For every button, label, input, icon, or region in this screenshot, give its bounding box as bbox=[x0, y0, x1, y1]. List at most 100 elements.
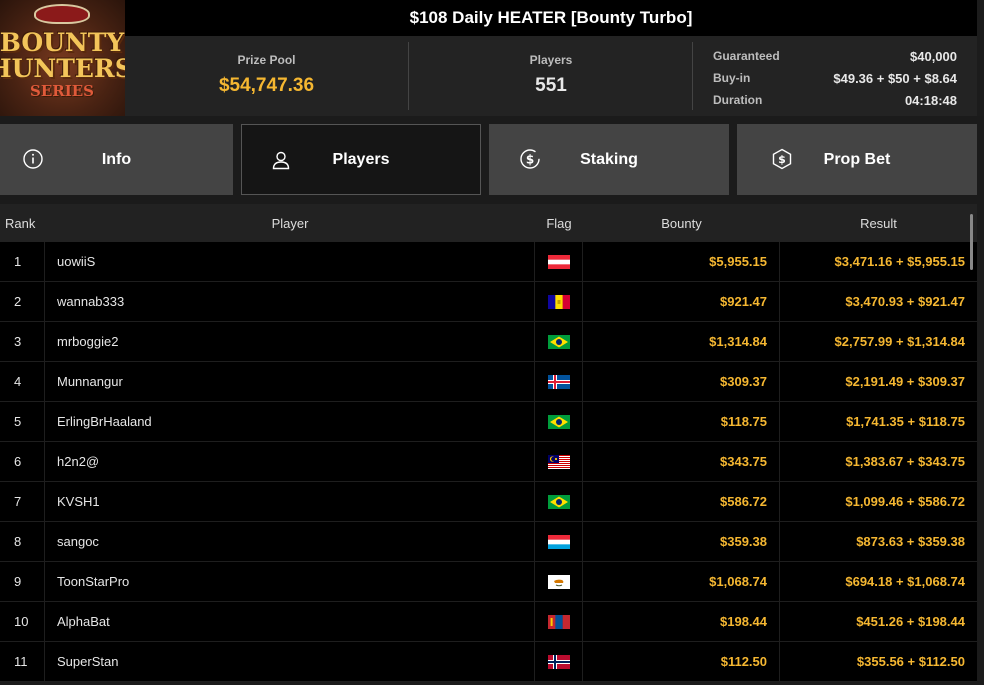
logo-line-3: SERIES bbox=[29, 82, 94, 100]
player-name-cell[interactable]: KVSH1 bbox=[45, 482, 535, 521]
player-name-cell[interactable]: mrboggie2 bbox=[45, 322, 535, 361]
player-name-cell[interactable]: h2n2@ bbox=[45, 442, 535, 481]
flag-cell bbox=[535, 362, 583, 401]
header-result[interactable]: Result bbox=[780, 204, 977, 242]
flag-cell bbox=[535, 642, 583, 681]
player-name-cell[interactable]: sangoc bbox=[45, 522, 535, 561]
players-stat: Players 551 bbox=[409, 36, 693, 116]
bounty-cell: $359.38 bbox=[583, 522, 780, 561]
player-name-cell[interactable]: AlphaBat bbox=[45, 602, 535, 641]
detail-duration: Duration 04:18:48 bbox=[713, 89, 957, 111]
detail-value: $49.36 + $50 + $8.64 bbox=[833, 70, 957, 86]
flag-cell bbox=[535, 242, 583, 281]
header-player[interactable]: Player bbox=[45, 204, 535, 242]
brazil-flag-icon bbox=[547, 494, 570, 509]
table-row[interactable]: 9 ToonStarPro $1,068.74 $694.18 + $1,068.74 bbox=[0, 562, 977, 602]
tab-label: Staking bbox=[580, 150, 638, 168]
flag-cell bbox=[535, 482, 583, 521]
bounty-cell: $5,955.15 bbox=[583, 242, 780, 281]
tab-label: Info bbox=[101, 150, 132, 168]
table-row[interactable]: 11 SuperStan $112.50 $355.56 + $112.50 bbox=[0, 642, 977, 682]
tab-players[interactable]: Players bbox=[241, 124, 481, 195]
bounty-cell: $586.72 bbox=[583, 482, 780, 521]
detail-value: $40,000 bbox=[910, 48, 957, 64]
flag-cell bbox=[535, 282, 583, 321]
player-name-cell[interactable]: Munnangur bbox=[45, 362, 535, 401]
detail-guaranteed: Guaranteed $40,000 bbox=[713, 45, 957, 67]
user-icon bbox=[270, 149, 292, 171]
tab-staking[interactable]: $ Staking bbox=[489, 124, 729, 195]
bounty-cell: $112.50 bbox=[583, 642, 780, 681]
iceland-flag-icon bbox=[547, 374, 570, 389]
tab-label: Players bbox=[332, 150, 390, 168]
stats-divider bbox=[692, 42, 693, 110]
player-name-cell[interactable]: SuperStan bbox=[45, 642, 535, 681]
table-row[interactable]: 5 ErlingBrHaaland $118.75 $1,741.35 + $118.… bbox=[0, 402, 977, 442]
table-scrollbar[interactable] bbox=[970, 214, 973, 270]
table-row[interactable]: 7 KVSH1 $586.72 $1,099.46 + $586.72 bbox=[0, 482, 977, 522]
tab-bar: Info Players $ Staking $ Prop Bet bbox=[0, 124, 984, 196]
prize-pool-stat: Prize Pool $54,747.36 bbox=[125, 36, 408, 116]
rank-cell: 4 bbox=[0, 362, 45, 401]
tab-info[interactable]: Info bbox=[0, 124, 233, 195]
table-row[interactable]: 8 sangoc $359.38 $873.63 + $359.38 bbox=[0, 522, 977, 562]
andorra-flag-icon bbox=[547, 294, 570, 309]
result-cell: $873.63 + $359.38 bbox=[856, 534, 965, 549]
table-row[interactable]: 2 wannab333 $921.47 $3,470.93 + $921.47 bbox=[0, 282, 977, 322]
austria-flag-icon bbox=[547, 254, 570, 269]
rank-cell: 10 bbox=[0, 602, 45, 641]
tab-prop-bet[interactable]: $ Prop Bet bbox=[737, 124, 977, 195]
table-body: 1 uowiiS $5,955.15 $3,471.16 + $5,955.15 2 wa… bbox=[0, 242, 977, 682]
table-row[interactable]: 3 mrboggie2 $1,314.84 $2,757.99 + $1,314.84 bbox=[0, 322, 977, 362]
logo-line-2: HUNTERS bbox=[0, 54, 125, 83]
player-name-cell[interactable]: wannab333 bbox=[45, 282, 535, 321]
player-name-cell[interactable]: ToonStarPro bbox=[45, 562, 535, 601]
poker-chips-graphic bbox=[34, 4, 90, 24]
result-cell: $2,757.99 + $1,314.84 bbox=[834, 334, 965, 349]
bounty-cell: $1,068.74 bbox=[583, 562, 780, 601]
bounty-hunters-logo: BOUNTY HUNTERS SERIES bbox=[0, 0, 125, 116]
bounty-cell: $1,314.84 bbox=[583, 322, 780, 361]
detail-key: Guaranteed bbox=[713, 49, 780, 63]
rank-cell: 8 bbox=[0, 522, 45, 561]
info-icon bbox=[22, 148, 44, 170]
logo-line-1: BOUNTY bbox=[0, 28, 125, 57]
rank-cell: 3 bbox=[0, 322, 45, 361]
rank-cell: 11 bbox=[0, 642, 45, 681]
header-rank[interactable]: Rank bbox=[0, 204, 45, 242]
result-cell: $451.26 + $198.44 bbox=[856, 614, 965, 629]
bounty-cell: $921.47 bbox=[583, 282, 780, 321]
table-row[interactable]: 10 AlphaBat $198.44 $451.26 + $198.44 bbox=[0, 602, 977, 642]
flag-cell bbox=[535, 402, 583, 441]
detail-key: Buy-in bbox=[713, 71, 751, 85]
prize-pool-label: Prize Pool bbox=[237, 53, 296, 67]
player-name-cell[interactable]: ErlingBrHaaland bbox=[45, 402, 535, 441]
dollar-coin-icon: $ bbox=[519, 148, 541, 170]
cyprus-flag-icon bbox=[547, 574, 570, 589]
detail-buy-in: Buy-in $49.36 + $50 + $8.64 bbox=[713, 67, 957, 89]
prop-bet-icon: $ bbox=[771, 148, 793, 170]
table-row[interactable]: 4 Munnangur $309.37 $2,191.49 + $309.37 bbox=[0, 362, 977, 402]
result-cell: $2,191.49 + $309.37 bbox=[845, 374, 965, 389]
player-name-cell[interactable]: uowiiS bbox=[45, 242, 535, 281]
header-bounty[interactable]: Bounty bbox=[583, 204, 780, 242]
tournament-details: Guaranteed $40,000 Buy-in $49.36 + $50 +… bbox=[713, 45, 957, 111]
table-header: Rank Player Flag Bounty Result bbox=[0, 204, 977, 242]
players-value: 551 bbox=[535, 75, 567, 96]
bounty-cell: $198.44 bbox=[583, 602, 780, 641]
detail-key: Duration bbox=[713, 93, 763, 107]
prize-pool-value: $54,747.36 bbox=[218, 75, 315, 96]
flag-cell bbox=[535, 562, 583, 601]
rank-cell: 9 bbox=[0, 562, 45, 601]
table-row[interactable]: 6 h2n2@ $343.75 $1,383.67 + $343.75 bbox=[0, 442, 977, 482]
norway-flag-icon bbox=[547, 654, 570, 669]
flag-cell bbox=[535, 522, 583, 561]
flag-cell bbox=[535, 602, 583, 641]
header-flag[interactable]: Flag bbox=[535, 204, 583, 242]
mongolia-flag-icon bbox=[547, 614, 570, 629]
table-row[interactable]: 1 uowiiS $5,955.15 $3,471.16 + $5,955.15 bbox=[0, 242, 977, 282]
players-label: Players bbox=[529, 53, 573, 67]
stats-panel: Prize Pool $54,747.36 Players 551 Guaran… bbox=[125, 36, 977, 116]
tournament-header: BOUNTY HUNTERS SERIES $108 Daily HEATER … bbox=[0, 0, 984, 116]
svg-text:$: $ bbox=[526, 153, 534, 167]
